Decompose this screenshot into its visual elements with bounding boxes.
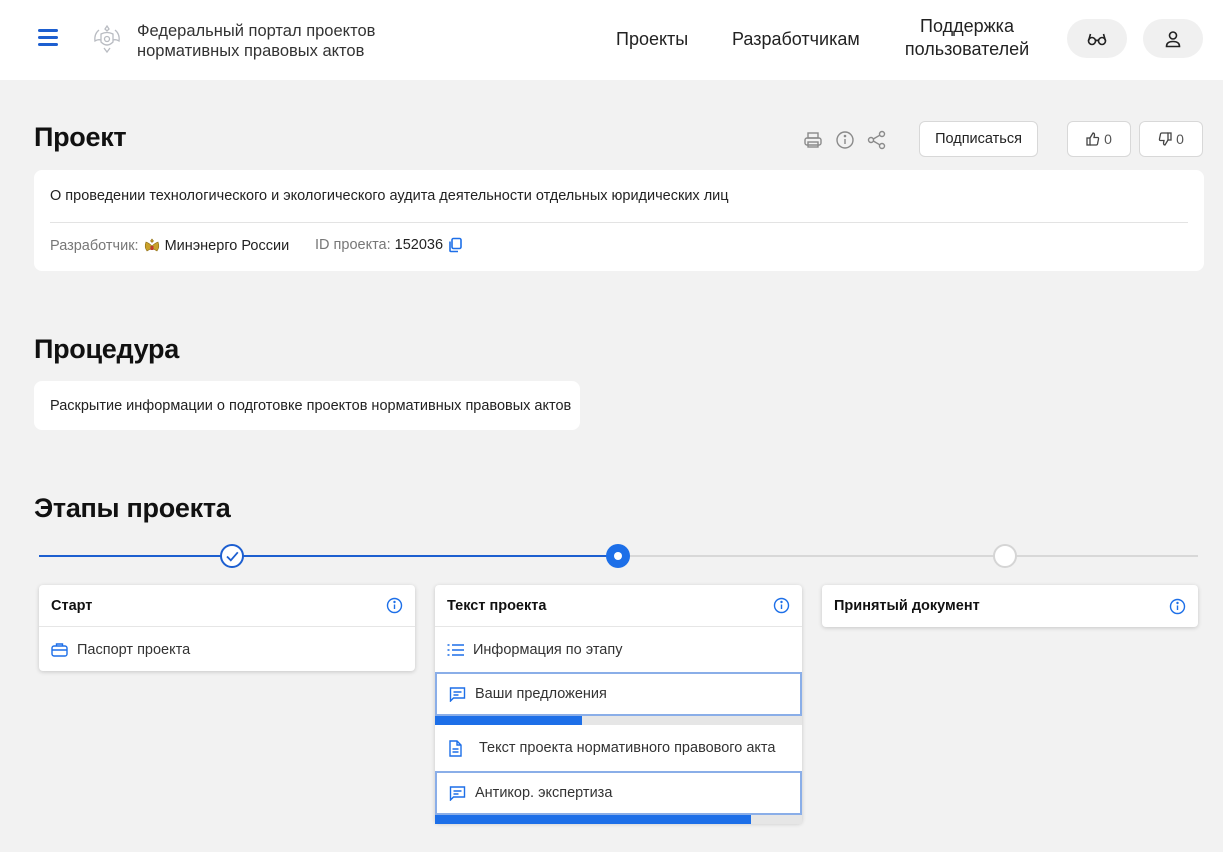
thumbs-down-icon	[1158, 132, 1172, 146]
stage-header: Текст проекта	[435, 585, 802, 627]
developer-label: Разработчик:	[50, 238, 139, 254]
like-button[interactable]: 0	[1067, 121, 1131, 157]
timeline-remaining-line	[618, 555, 1198, 557]
stage-item-document[interactable]: Текст проекта нормативного правового акт…	[435, 725, 802, 771]
stage-title: Принятый документ	[834, 598, 980, 614]
stage-item-label: Текст проекта нормативного правового акт…	[479, 740, 776, 756]
stage-title: Старт	[51, 597, 93, 614]
nav-support[interactable]: Поддержка пользователей	[903, 15, 1031, 61]
portal-title-line2: нормативных правовых актов	[137, 42, 365, 60]
stage-item-proposals[interactable]: Ваши предложения	[435, 672, 802, 716]
coat-of-arms-icon	[144, 238, 159, 252]
emblem-icon[interactable]	[90, 22, 124, 56]
project-id-label: ID проекта:	[315, 237, 391, 253]
stage-header: Старт	[39, 585, 415, 627]
stage-card-text: Текст проекта Информация по этапу Ваши п…	[435, 585, 802, 824]
proposals-progress-fill	[435, 716, 582, 725]
project-id-meta: ID проекта: 152036	[315, 237, 463, 253]
project-description: О проведении технологического и экологич…	[50, 188, 729, 204]
procedure-text: Раскрытие информации о подготовке проект…	[50, 398, 572, 414]
procedure-card: Раскрытие информации о подготовке проект…	[34, 381, 580, 430]
procedure-heading: Процедура	[34, 334, 179, 364]
profile-button[interactable]	[1143, 19, 1203, 58]
dislike-count: 0	[1176, 131, 1184, 147]
check-icon	[225, 551, 238, 562]
share-icon[interactable]	[867, 130, 887, 150]
stage-item-label: Антикор. экспертиза	[475, 785, 613, 801]
nav-support-line1: Поддержка	[920, 16, 1014, 36]
glasses-icon	[1087, 33, 1107, 45]
thumbs-up-icon	[1086, 132, 1100, 146]
list-icon	[447, 643, 464, 656]
stage-card-start: Старт Паспорт проекта	[39, 585, 415, 671]
nav-projects[interactable]: Проекты	[616, 28, 688, 51]
developer-name[interactable]: Минэнерго России	[165, 238, 290, 254]
stage-item-label: Паспорт проекта	[77, 641, 191, 658]
subscribe-button[interactable]: Подписаться	[919, 121, 1038, 157]
top-header: Федеральный портал проектов нормативных …	[0, 0, 1223, 80]
like-count: 0	[1104, 131, 1112, 147]
stage-card-adopted: Принятый документ	[822, 585, 1198, 627]
stages-heading: Этапы проекта	[34, 493, 231, 523]
project-card: О проведении технологического и экологич…	[34, 170, 1204, 271]
accessibility-button[interactable]	[1067, 19, 1127, 58]
portal-title[interactable]: Федеральный портал проектов нормативных …	[137, 21, 397, 61]
divider	[50, 222, 1188, 223]
user-icon	[1165, 30, 1181, 47]
stage-item-anticorruption[interactable]: Антикор. экспертиза	[435, 771, 802, 815]
timeline-node-current	[606, 544, 630, 568]
document-icon	[449, 739, 462, 757]
dislike-button[interactable]: 0	[1139, 121, 1203, 157]
anticorruption-progress-fill	[435, 815, 751, 824]
info-icon[interactable]	[773, 597, 790, 614]
proposals-progress-bar	[435, 716, 802, 725]
timeline-node-done	[220, 544, 244, 568]
anticorruption-progress-bar	[435, 815, 802, 824]
portal-title-line1: Федеральный портал проектов	[137, 22, 376, 40]
menu-icon[interactable]	[38, 29, 58, 47]
project-id-value: 152036	[394, 237, 444, 253]
project-heading: Проект	[34, 122, 127, 152]
info-icon[interactable]	[1169, 598, 1186, 615]
info-icon[interactable]	[835, 130, 855, 150]
briefcase-icon	[51, 642, 68, 657]
timeline-node-future	[993, 544, 1017, 568]
developer-meta: Разработчик: Минэнерго России	[50, 237, 289, 255]
nav-developers[interactable]: Разработчикам	[732, 28, 860, 51]
stage-title: Текст проекта	[447, 597, 547, 614]
comment-icon	[449, 687, 466, 702]
stage-item-label: Ваши предложения	[475, 686, 607, 702]
stage-item-label: Информация по этапу	[473, 641, 623, 658]
info-icon[interactable]	[386, 597, 403, 614]
stage-item-info[interactable]: Информация по этапу	[435, 627, 802, 672]
copy-icon[interactable]	[447, 237, 463, 253]
stage-header: Принятый документ	[822, 585, 1198, 627]
nav-support-line2: пользователей	[904, 39, 1030, 59]
timeline-progress-line	[39, 555, 618, 557]
comment-icon	[449, 786, 466, 801]
print-icon[interactable]	[803, 130, 823, 150]
stage-item-passport[interactable]: Паспорт проекта	[39, 627, 415, 672]
